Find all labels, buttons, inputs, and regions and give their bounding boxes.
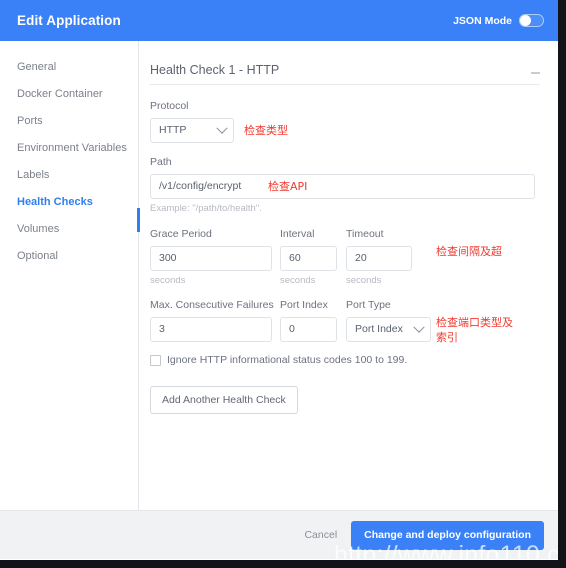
chevron-down-icon bbox=[413, 321, 425, 333]
interval-field-group: Interval 60 seconds bbox=[280, 228, 346, 287]
sidebar-item-labels[interactable]: Labels bbox=[0, 161, 138, 188]
dialog-titlebar: Edit Application JSON Mode bbox=[0, 0, 558, 41]
port-index-field-group: Port Index 0 bbox=[280, 299, 346, 342]
port-type-value: Port Index bbox=[355, 323, 403, 335]
interval-input[interactable]: 60 bbox=[280, 246, 337, 271]
timeout-value: 20 bbox=[355, 252, 367, 264]
ignore-informational-checkbox[interactable] bbox=[150, 354, 161, 366]
settings-sidebar: General Docker Container Ports Environme… bbox=[0, 41, 140, 510]
port-fields-row: Max. Consecutive Failures 3 Port Index 0… bbox=[150, 299, 540, 345]
sidebar-item-environment-variables[interactable]: Environment Variables bbox=[0, 134, 138, 161]
max-failures-input[interactable]: 3 bbox=[150, 317, 272, 342]
sidebar-item-general[interactable]: General bbox=[0, 53, 138, 80]
port-type-label: Port Type bbox=[346, 299, 391, 311]
protocol-annotation: 检查类型 bbox=[244, 124, 288, 137]
json-mode-control[interactable]: JSON Mode bbox=[453, 14, 544, 27]
timeout-input[interactable]: 20 bbox=[346, 246, 412, 271]
dialog-footer: Cancel Change and deploy configuration h… bbox=[0, 510, 558, 560]
path-helper-text: Example: "/path/to/health". bbox=[150, 203, 262, 214]
port-type-select[interactable]: Port Index bbox=[346, 317, 431, 342]
dialog-title: Edit Application bbox=[17, 13, 121, 28]
sidebar-item-health-checks[interactable]: Health Checks bbox=[0, 188, 138, 215]
timeout-helper-text: seconds bbox=[346, 275, 382, 286]
path-field-group: Path /v1/config/encrypt 检查API Example: "… bbox=[150, 156, 540, 215]
panel-header: Health Check 1 - HTTP bbox=[150, 63, 540, 85]
interval-helper-text: seconds bbox=[280, 275, 316, 286]
dialog-body: General Docker Container Ports Environme… bbox=[0, 41, 558, 510]
port-index-value: 0 bbox=[289, 323, 295, 335]
grace-period-helper-text: seconds bbox=[150, 275, 186, 286]
grace-period-label: Grace Period bbox=[150, 228, 212, 240]
add-another-health-check-button[interactable]: Add Another Health Check bbox=[150, 386, 298, 414]
health-checks-panel: Health Check 1 - HTTP Protocol HTTP 检查类型 bbox=[139, 41, 558, 510]
toggle-knob-icon bbox=[520, 15, 531, 26]
timeout-field-group: Timeout 20 seconds bbox=[346, 228, 436, 287]
max-failures-field-group: Max. Consecutive Failures 3 bbox=[150, 299, 280, 342]
grace-period-value: 300 bbox=[159, 252, 177, 264]
ignore-informational-row[interactable]: Ignore HTTP informational status codes 1… bbox=[150, 354, 540, 366]
minimize-icon[interactable] bbox=[531, 72, 540, 74]
chevron-down-icon bbox=[216, 122, 228, 134]
protocol-value: HTTP bbox=[159, 124, 187, 136]
grace-period-field-group: Grace Period 300 seconds bbox=[150, 228, 280, 287]
cancel-button[interactable]: Cancel bbox=[304, 529, 337, 541]
path-input[interactable]: /v1/config/encrypt bbox=[150, 174, 535, 199]
protocol-label: Protocol bbox=[150, 100, 189, 112]
max-failures-label: Max. Consecutive Failures bbox=[150, 299, 274, 311]
edit-application-dialog: Edit Application JSON Mode General Docke… bbox=[0, 0, 566, 568]
sidebar-item-optional[interactable]: Optional bbox=[0, 242, 138, 269]
ignore-informational-label: Ignore HTTP informational status codes 1… bbox=[167, 354, 408, 366]
change-and-deploy-button[interactable]: Change and deploy configuration bbox=[351, 520, 544, 550]
sidebar-item-ports[interactable]: Ports bbox=[0, 107, 138, 134]
json-mode-label: JSON Mode bbox=[453, 14, 512, 27]
timing-annotation: 检查间隔及超 bbox=[436, 245, 502, 258]
timeout-label: Timeout bbox=[346, 228, 384, 240]
path-value: /v1/config/encrypt bbox=[159, 180, 242, 192]
interval-label: Interval bbox=[280, 228, 315, 240]
port-type-field-group: Port Type Port Index bbox=[346, 299, 436, 342]
interval-value: 60 bbox=[289, 252, 301, 264]
protocol-field-group: Protocol HTTP 检查类型 bbox=[150, 100, 540, 143]
json-mode-toggle[interactable] bbox=[519, 14, 544, 27]
sidebar-item-docker-container[interactable]: Docker Container bbox=[0, 80, 138, 107]
sidebar-item-volumes[interactable]: Volumes bbox=[0, 215, 138, 242]
path-annotation: 检查API bbox=[268, 180, 308, 193]
panel-title: Health Check 1 - HTTP bbox=[150, 63, 280, 77]
port-index-input[interactable]: 0 bbox=[280, 317, 337, 342]
protocol-select[interactable]: HTTP bbox=[150, 118, 234, 143]
port-index-label: Port Index bbox=[280, 299, 328, 311]
path-label: Path bbox=[150, 156, 172, 168]
port-annotation: 检查端口类型及索引 bbox=[436, 316, 513, 344]
grace-period-input[interactable]: 300 bbox=[150, 246, 272, 271]
max-failures-value: 3 bbox=[159, 323, 165, 335]
timing-fields-row: Grace Period 300 seconds Interval 60 sec… bbox=[150, 228, 540, 287]
